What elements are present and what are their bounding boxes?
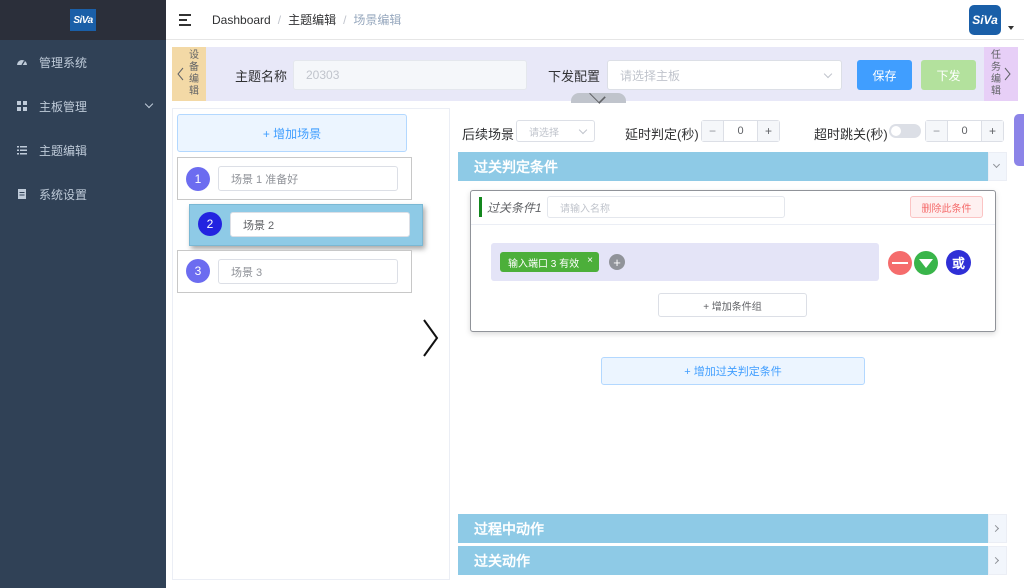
theme-name-value: 20303 xyxy=(306,68,340,82)
scene-name-value: 场景 2 xyxy=(243,219,275,232)
timeout-toggle[interactable] xyxy=(889,124,921,138)
condition-marker xyxy=(479,197,482,217)
scene-name-input[interactable]: 场景 2 xyxy=(230,212,410,237)
section-toggle[interactable] xyxy=(988,514,1007,543)
chevron-down-icon xyxy=(823,69,833,79)
caret-down-icon[interactable] xyxy=(1008,26,1014,30)
delete-condition-button[interactable]: 删除此条件 xyxy=(910,196,983,218)
pass-actions-header[interactable]: 过关动作 xyxy=(458,546,988,575)
chevron-right-icon[interactable] xyxy=(422,318,440,358)
add-pass-condition-button[interactable]: + 增加过关判定条件 xyxy=(601,357,865,385)
breadcrumb-separator: / xyxy=(343,12,347,27)
divider xyxy=(471,224,995,225)
collapse-toggle[interactable] xyxy=(571,93,626,103)
scene-name-input[interactable]: 场景 1 准备好 xyxy=(218,166,398,191)
sidebar-item-label: 系统设置 xyxy=(39,187,88,202)
timeout-label: 超时跳关(秒) xyxy=(814,127,888,142)
dashboard-icon xyxy=(16,56,28,68)
sidebar-item-management[interactable]: 管理系统 xyxy=(0,40,166,84)
section-toggle[interactable] xyxy=(988,152,1007,181)
increment-button[interactable]: + xyxy=(981,121,1003,141)
scene-number-badge: 3 xyxy=(186,259,210,283)
breadcrumb-dashboard[interactable]: Dashboard xyxy=(212,13,271,27)
next-scene-placeholder: 请选择 xyxy=(529,127,559,139)
condition-tag[interactable]: 输入端口 3 有效 × xyxy=(500,252,599,272)
scene-name-value: 场景 3 xyxy=(231,266,263,279)
grid-icon xyxy=(16,100,28,112)
delay-stepper[interactable]: − 0 + xyxy=(701,120,780,142)
device-edit-tab-label: 设备编辑 xyxy=(189,50,199,97)
condition-name-placeholder: 请输入名称 xyxy=(560,203,610,215)
dispatch-config-label: 下发配置 xyxy=(548,69,601,84)
or-button[interactable]: 或 xyxy=(946,250,971,275)
breadcrumb: Dashboard / 主题编辑 / 场景编辑 xyxy=(212,11,401,28)
breadcrumb-scene-edit: 场景编辑 xyxy=(353,13,402,27)
scene-name-value: 场景 1 准备好 xyxy=(231,173,299,186)
list-icon xyxy=(16,144,28,156)
sidebar-item-board[interactable]: 主板管理 xyxy=(0,84,166,128)
avatar[interactable]: SiVa xyxy=(969,5,1001,35)
sidebar-item-label: 管理系统 xyxy=(39,55,88,70)
increment-button[interactable]: + xyxy=(757,121,779,141)
scene-name-input[interactable]: 场景 3 xyxy=(218,259,398,284)
device-edit-tab[interactable]: 设备编辑 xyxy=(172,47,206,101)
delay-label: 延时判定(秒) xyxy=(625,127,699,142)
add-scene-button[interactable]: + 增加场景 xyxy=(177,114,407,152)
scene-number-badge: 2 xyxy=(198,212,222,236)
scene-number-badge: 1 xyxy=(186,167,210,191)
delay-value[interactable]: 0 xyxy=(724,121,757,141)
board-select[interactable]: 请选择主板 xyxy=(607,60,842,90)
decrement-button[interactable]: − xyxy=(926,121,948,141)
move-down-button[interactable] xyxy=(914,251,938,275)
sidebar: SiVa 管理系统 主板管理 主题编辑 系统设置 xyxy=(0,0,166,588)
chevron-right-icon xyxy=(991,556,1000,565)
next-scene-select[interactable]: 请选择 xyxy=(516,120,595,142)
decrement-button[interactable]: − xyxy=(702,121,724,141)
sidebar-item-label: 主题编辑 xyxy=(39,143,88,158)
sidebar-item-theme-edit[interactable]: 主题编辑 xyxy=(0,128,166,172)
top-header: Dashboard / 主题编辑 / 场景编辑 SiVa xyxy=(166,0,1024,40)
next-scene-label: 后续场景 xyxy=(462,127,515,142)
task-edit-tab[interactable]: 任务编辑 xyxy=(984,47,1018,101)
document-icon xyxy=(16,188,28,200)
breadcrumb-theme-edit[interactable]: 主题编辑 xyxy=(288,11,336,28)
remove-group-button[interactable] xyxy=(888,251,912,275)
add-condition-group-button[interactable]: + 增加条件组 xyxy=(658,293,807,317)
chevron-down-icon xyxy=(992,160,1001,169)
task-edit-tab-label: 任务编辑 xyxy=(991,50,1001,97)
dispatch-button[interactable]: 下发 xyxy=(921,60,976,90)
condition-tag-label: 输入端口 3 有效 xyxy=(508,258,580,270)
chevron-down-icon xyxy=(144,99,154,109)
add-condition-item-button[interactable]: + xyxy=(609,254,625,270)
condition-title: 过关条件1 xyxy=(487,201,542,215)
timeout-stepper[interactable]: − 0 + xyxy=(925,120,1004,142)
condition-name-input[interactable]: 请输入名称 xyxy=(547,196,785,218)
chevron-down-icon xyxy=(578,125,588,135)
logo: SiVa xyxy=(70,9,96,31)
chevron-left-icon xyxy=(177,67,184,81)
sidebar-item-label: 主板管理 xyxy=(39,99,88,114)
timeout-value[interactable]: 0 xyxy=(948,121,981,141)
theme-name-input[interactable]: 20303 xyxy=(293,60,527,90)
board-select-placeholder: 请选择主板 xyxy=(620,68,681,83)
sidebar-item-settings[interactable]: 系统设置 xyxy=(0,172,166,216)
breadcrumb-separator: / xyxy=(277,12,282,27)
section-toggle[interactable] xyxy=(988,546,1007,575)
save-button[interactable]: 保存 xyxy=(857,60,912,90)
pass-conditions-header[interactable]: 过关判定条件 xyxy=(458,152,988,181)
chevron-right-icon xyxy=(991,524,1000,533)
in-progress-actions-header[interactable]: 过程中动作 xyxy=(458,514,988,543)
theme-name-label: 主题名称 xyxy=(235,69,288,84)
close-icon[interactable]: × xyxy=(587,255,593,266)
logo-area: SiVa xyxy=(0,0,166,40)
side-drawer-handle[interactable] xyxy=(1014,114,1024,166)
menu-toggle-icon[interactable] xyxy=(179,13,193,26)
chevron-right-icon xyxy=(1004,67,1011,81)
